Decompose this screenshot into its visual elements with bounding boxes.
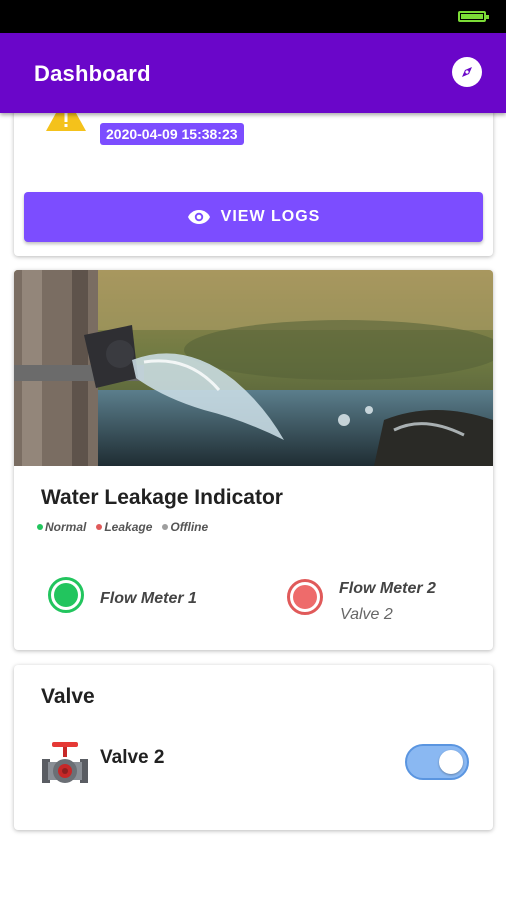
flow-meter-1-label: Flow Meter 1 [100, 590, 197, 607]
flow-meter-2-label: Flow Meter 2 [339, 580, 436, 597]
leakage-title: Water Leakage Indicator [41, 486, 283, 509]
app-bar: Dashboard [0, 33, 506, 113]
legend-offline: Offline [162, 520, 208, 534]
status-bar [0, 0, 506, 33]
water-leakage-card: Water Leakage Indicator Normal Leakage O… [14, 270, 493, 650]
leaking-pipe-photo [14, 270, 493, 466]
alert-card: 2020-04-09 15:38:23 VIEW LOGS [14, 100, 493, 256]
eye-icon [187, 210, 210, 224]
legend-normal: Normal [37, 520, 86, 534]
valve-icon [42, 739, 88, 790]
valve-card-title: Valve [41, 685, 95, 708]
toggle-knob [439, 750, 463, 774]
legend-leakage: Leakage [96, 520, 152, 534]
view-logs-label: VIEW LOGS [220, 208, 321, 225]
valve-card: Valve Valve 2 [14, 665, 493, 830]
alert-timestamp: 2020-04-09 15:38:23 [100, 123, 244, 145]
page-title: Dashboard [34, 61, 151, 86]
flow-meter-2-valve-label: Valve 2 [340, 606, 393, 623]
valve-2-label: Valve 2 [100, 747, 165, 768]
flow-meter-1-status-indicator [48, 577, 84, 613]
battery-icon [458, 11, 489, 22]
valve-2-toggle[interactable] [405, 744, 469, 780]
view-logs-button[interactable]: VIEW LOGS [24, 192, 483, 242]
compass-icon[interactable] [452, 57, 482, 87]
status-legend: Normal Leakage Offline [37, 520, 208, 534]
flow-meter-2-status-indicator [287, 579, 323, 615]
